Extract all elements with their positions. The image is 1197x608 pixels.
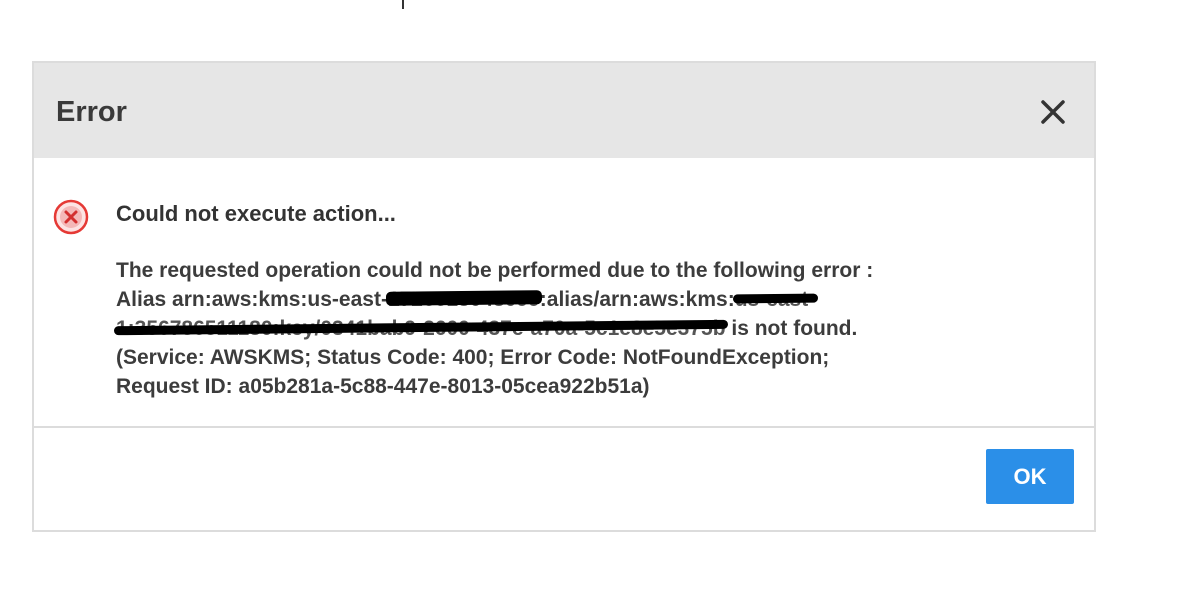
stray-mark — [402, 0, 404, 9]
details-text: :alias/arn:aws:kms: — [539, 288, 735, 311]
details-line-5: Request ID: a05b281a-5c88-447e-8013-05ce… — [116, 375, 650, 398]
details-line-4: (Service: AWSKMS; Status Code: 400; Erro… — [116, 346, 830, 369]
details-text: is not found. — [725, 317, 858, 340]
details-line-1: The requested operation could not be per… — [116, 259, 874, 282]
dialog-header: Error — [34, 63, 1094, 158]
redacted-account-id: 1726618048099 — [388, 285, 540, 314]
redacted-key-arn: 1:356786511180:key/0341bab9-2600-437e-a7… — [116, 314, 726, 343]
redacted-region: us-east- — [735, 285, 816, 314]
error-circle-icon — [53, 199, 89, 235]
dialog-title: Error — [56, 96, 127, 128]
error-details: The requested operation could not be per… — [116, 256, 1066, 401]
error-summary: Could not execute action... — [116, 201, 396, 226]
dialog-body: Could not execute action... The requeste… — [34, 158, 1094, 426]
close-icon — [1041, 100, 1065, 124]
details-line-2: Alias arn:aws:kms:us-east-1726618048099:… — [116, 285, 1066, 314]
details-line-3: 1:356786511180:key/0341bab9-2600-437e-a7… — [116, 314, 1066, 343]
close-button[interactable] — [1038, 97, 1068, 127]
footer-divider — [34, 426, 1094, 428]
ok-button[interactable]: OK — [986, 449, 1074, 504]
details-text: Alias arn:aws:kms:us-east- — [116, 288, 388, 311]
error-dialog: Error Could not execute action... The re… — [32, 61, 1096, 532]
